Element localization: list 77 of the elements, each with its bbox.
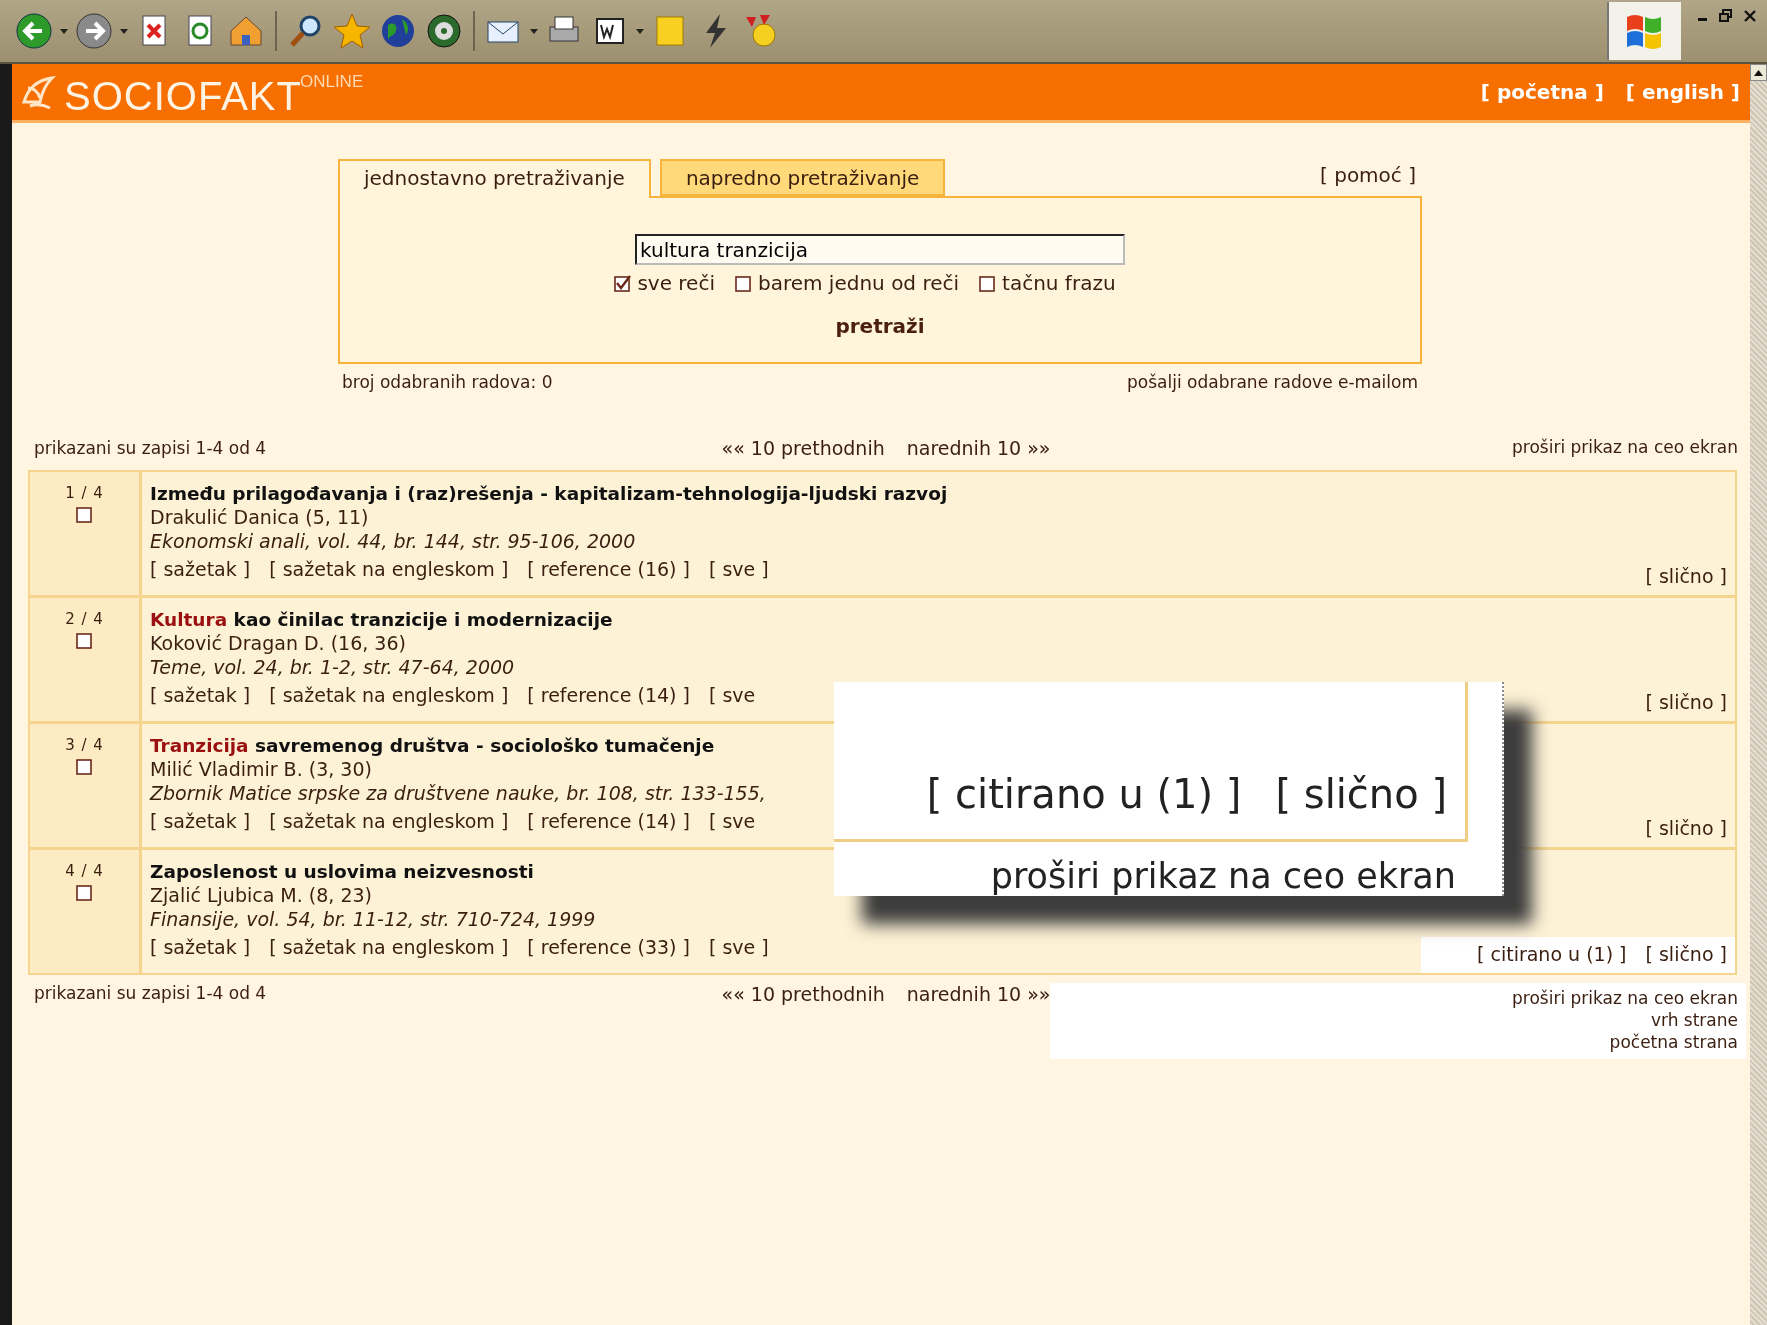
search-tab[interactable]: napredno pretraživanje <box>659 159 946 196</box>
result-title[interactable]: Između prilagođavanja i (raz)rešenja - kapitalizam-tehnologija-ljudski razvoj <box>150 482 948 505</box>
result-source: Ekonomski anali, vol. 44, br. 144, str. 95-106, 2000 <box>150 530 637 553</box>
checkbox[interactable] <box>76 884 93 901</box>
result-link[interactable]: [ sažetak ] <box>150 810 251 833</box>
next-link[interactable]: narednih 10 »» <box>906 437 1051 459</box>
result-index: 3 / 4 <box>65 736 104 754</box>
checkbox[interactable] <box>614 274 632 292</box>
back-icon[interactable] <box>14 11 54 51</box>
callout-link[interactable]: [ slično ] <box>1275 771 1447 817</box>
result-title[interactable]: Kultura kao činilac tranzicije i modernizacije <box>150 608 756 631</box>
option-label: sve reči <box>637 271 715 295</box>
star-icon[interactable] <box>332 11 372 51</box>
result-title[interactable]: Zaposlenost u uslovima neizvesnosti <box>150 860 769 883</box>
result-author[interactable]: Koković Dragan D. (16, 36) <box>150 632 756 655</box>
option-label: barem jednu od reči <box>758 271 960 295</box>
result-title[interactable]: Tranzicija savremenog društva - sociološko tumačenje <box>150 734 766 757</box>
footer-link[interactable]: proširi prikaz na ceo ekran <box>1512 987 1738 1009</box>
result-link[interactable]: [ sažetak ] <box>150 684 251 707</box>
result-link[interactable]: [ sve ] <box>709 558 769 581</box>
dropdown-arrow-icon[interactable] <box>120 28 128 34</box>
option-label: tačnu frazu <box>1002 271 1116 295</box>
result-source: Finansije, vol. 54, br. 11-12, str. 710-724, 1999 <box>150 908 597 931</box>
forward-icon[interactable] <box>74 11 114 51</box>
results-summary: prikazani su zapisi 1-4 od 4 <box>34 983 268 1003</box>
result-author[interactable]: Milić Vladimir B. (3, 30) <box>150 758 766 781</box>
expand-link[interactable]: proširi prikaz na ceo ekran <box>1512 436 1738 458</box>
result-link[interactable]: [ sažetak ] <box>150 558 251 581</box>
callout-caption: proširi prikaz na ceo ekran <box>990 856 1456 896</box>
search-button[interactable]: pretraži <box>829 313 931 339</box>
result-link[interactable]: [ reference (16) ] <box>527 558 690 581</box>
result-link[interactable]: [ reference (14) ] <box>527 810 690 833</box>
footer-link[interactable]: vrh strane <box>1650 1009 1738 1031</box>
search-field[interactable]: kultura tranzicija <box>635 234 1125 265</box>
logo-tagline: ONLINE <box>299 71 364 91</box>
result-link[interactable]: [ sažetak na engleskom ] <box>269 684 509 707</box>
scroll-up-icon[interactable] <box>1754 69 1763 76</box>
previous-link[interactable]: «« 10 prethodnih <box>721 437 885 459</box>
dropdown-arrow-icon[interactable] <box>636 28 644 34</box>
results-summary: prikazani su zapisi 1-4 od 4 <box>34 438 268 458</box>
result-link[interactable]: [ reference (14) ] <box>527 684 690 707</box>
result-link[interactable]: [ slično ] <box>1645 691 1727 713</box>
result-link[interactable]: [ reference (33) ] <box>527 936 690 959</box>
email-link[interactable]: pošalji odabrane radove e-mailom <box>1127 372 1418 392</box>
result-link[interactable]: [ sve <box>709 810 756 833</box>
dropdown-arrow-icon[interactable] <box>60 28 68 34</box>
previous-link[interactable]: «« 10 prethodnih <box>721 983 885 1005</box>
result-link[interactable]: [ sažetak ] <box>150 936 251 959</box>
result-link[interactable]: [ sažetak na engleskom ] <box>269 558 509 581</box>
result-author[interactable]: Drakulić Danica (5, 11) <box>150 506 948 529</box>
media-icon[interactable] <box>424 11 464 51</box>
callout-link[interactable]: [ citirano u (1) ] <box>926 771 1242 817</box>
result-link[interactable]: [ sve <box>709 684 756 707</box>
checkbox[interactable] <box>735 274 752 292</box>
result-link[interactable]: [ slično ] <box>1645 943 1727 965</box>
result-link[interactable]: [ slično ] <box>1645 565 1727 587</box>
next-link[interactable]: narednih 10 »» <box>906 983 1051 1005</box>
selected-count: broj odabranih radova: 0 <box>342 372 553 392</box>
result-link[interactable]: [ sažetak na engleskom ] <box>269 936 509 959</box>
result-link[interactable]: [ sve ] <box>709 936 769 959</box>
footer-link[interactable]: početna strana <box>1609 1031 1738 1053</box>
result-link[interactable]: [ slično ] <box>1645 817 1727 839</box>
checkbox[interactable] <box>76 506 93 523</box>
result-source: Teme, vol. 24, br. 1-2, str. 47-64, 2000 <box>150 656 516 679</box>
result-author[interactable]: Zjalić Ljubica M. (8, 23) <box>150 884 769 907</box>
help-link[interactable]: [ pomoć ] <box>1320 159 1422 187</box>
result-index: 2 / 4 <box>65 610 104 628</box>
dropdown-arrow-icon[interactable] <box>530 28 538 34</box>
result-link[interactable]: [ sažetak na engleskom ] <box>269 810 509 833</box>
checkbox[interactable] <box>76 632 93 649</box>
checkbox[interactable] <box>979 274 997 292</box>
result-source: Zbornik Matice srpske za društvene nauke, br. 108, str. 133-155, <box>150 782 766 805</box>
result-index: 4 / 4 <box>65 862 104 880</box>
search-tab[interactable]: jednostavno pretraživanje <box>338 159 651 198</box>
result-index: 1 / 4 <box>65 484 104 502</box>
checkbox[interactable] <box>76 758 93 775</box>
result-link[interactable]: [ citirano u (1) ] <box>1477 943 1627 965</box>
